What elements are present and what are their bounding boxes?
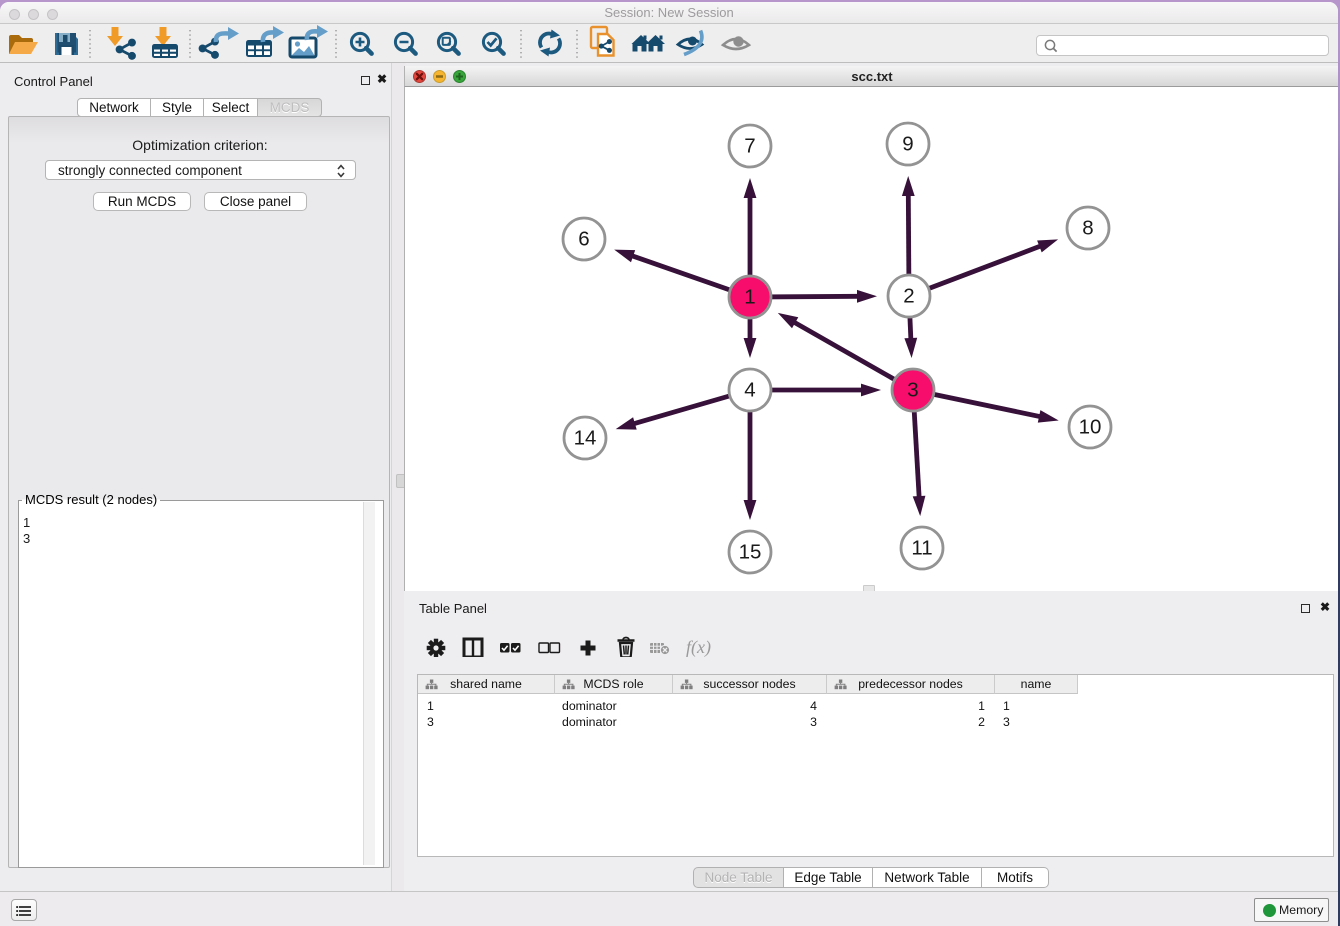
svg-text:2: 2 (903, 285, 914, 308)
svg-text:6: 6 (578, 228, 589, 251)
svg-text:7: 7 (744, 135, 755, 158)
svg-text:1: 1 (744, 286, 755, 309)
svg-text:14: 14 (574, 427, 597, 450)
svg-text:8: 8 (1082, 217, 1093, 240)
svg-text:15: 15 (739, 541, 762, 564)
svg-text:10: 10 (1079, 416, 1102, 439)
svg-text:11: 11 (911, 537, 932, 560)
svg-text:3: 3 (907, 379, 918, 402)
svg-text:4: 4 (744, 379, 755, 402)
svg-text:9: 9 (902, 133, 913, 156)
